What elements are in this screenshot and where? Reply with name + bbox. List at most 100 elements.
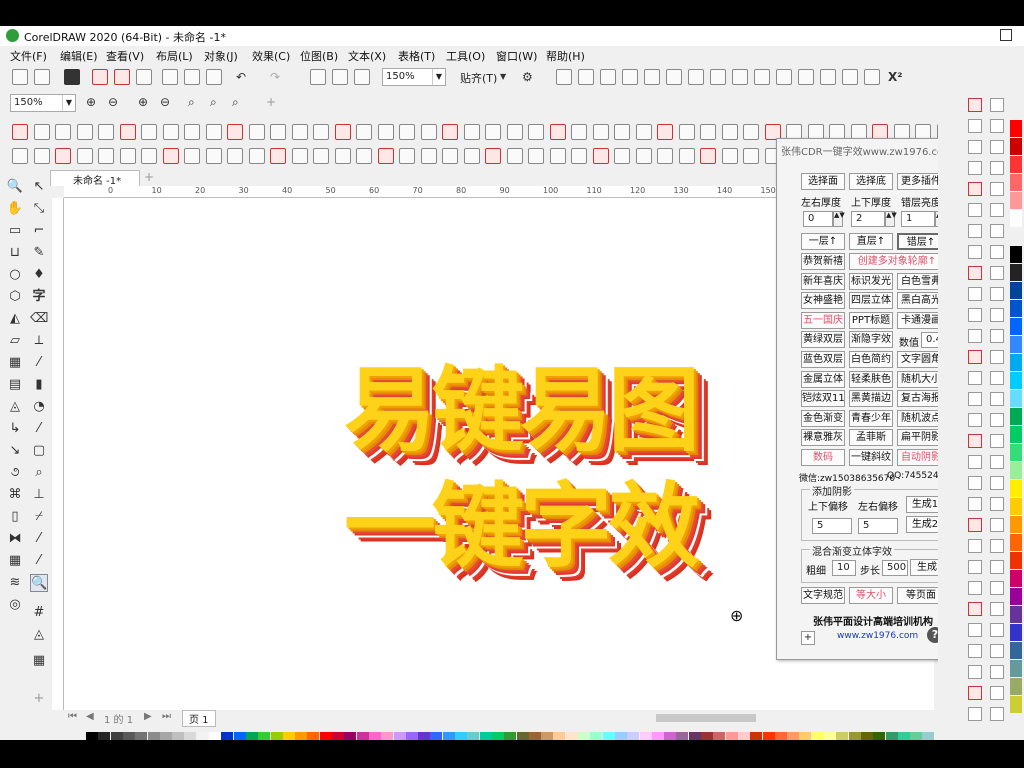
menu-table[interactable]: 表格(T) <box>398 48 435 64</box>
palette-swatch[interactable] <box>627 732 640 740</box>
restore-icon[interactable] <box>1000 29 1012 41</box>
palette-swatch[interactable] <box>405 732 418 740</box>
menu-help[interactable]: 帮助(H) <box>546 48 585 64</box>
roughen-tool-icon[interactable]: ≋ <box>6 574 24 592</box>
palette-swatch[interactable] <box>516 732 529 740</box>
palette-swatch[interactable] <box>122 732 135 740</box>
docker-tab-icon[interactable] <box>990 245 1004 259</box>
plugin-tool-icon[interactable] <box>313 148 329 164</box>
callout-tool-icon[interactable]: ▢ <box>30 442 48 460</box>
docker-tab-icon[interactable] <box>990 434 1004 448</box>
next-page-button[interactable]: ▶ <box>144 711 152 722</box>
palette-swatch[interactable] <box>282 732 295 740</box>
palette-swatch[interactable] <box>135 732 148 740</box>
palette-swatch[interactable] <box>418 732 431 740</box>
palette-swatch[interactable] <box>799 732 812 740</box>
palette-swatch[interactable] <box>172 732 185 740</box>
trim-icon[interactable] <box>622 69 638 85</box>
print-icon[interactable] <box>136 69 152 85</box>
undo-icon[interactable]: ↶ <box>236 69 246 85</box>
docker-tab-icon[interactable] <box>990 392 1004 406</box>
palette-swatch[interactable] <box>479 732 492 740</box>
menu-layout[interactable]: 布局(L) <box>156 48 193 64</box>
plugin-tool-icon[interactable] <box>33 124 50 140</box>
palette-swatch[interactable] <box>873 732 886 740</box>
add-tool-icon[interactable]: + <box>30 690 48 708</box>
palette-swatch[interactable] <box>1010 354 1022 371</box>
palette-swatch[interactable] <box>270 732 283 740</box>
ud-offset-input[interactable]: 5 <box>812 518 852 534</box>
docker-tab-icon[interactable] <box>968 455 982 469</box>
plugin-tool-icon[interactable] <box>55 148 71 164</box>
preset-button[interactable]: 裸意雅灰 <box>801 429 845 447</box>
palette-swatch[interactable] <box>836 732 849 740</box>
envelope-tool-icon[interactable]: ▱ <box>6 332 24 350</box>
zoom-page-icon[interactable]: ⌕ <box>188 94 195 110</box>
preset-button[interactable]: 黑黄描边 <box>849 390 893 408</box>
grid-tool-icon[interactable]: ▤ <box>6 376 24 394</box>
docker-tab-icon[interactable] <box>968 602 982 616</box>
ud-depth-input[interactable]: 2 <box>851 211 885 227</box>
palette-swatch[interactable] <box>1010 660 1022 677</box>
palette-swatch[interactable] <box>910 732 923 740</box>
palette-swatch[interactable] <box>491 732 504 740</box>
docker-tab-icon[interactable] <box>968 224 982 238</box>
text-effect-artwork[interactable]: 易键易图 一键字效 <box>344 336 764 596</box>
zoom-all-icon[interactable]: ⊖ <box>160 94 170 110</box>
docker-tab-icon[interactable] <box>968 119 982 133</box>
plugin-tool-icon[interactable] <box>721 124 738 140</box>
preset-button[interactable]: PPT标题 <box>849 311 893 329</box>
warp-tool-icon[interactable]: ⧓ <box>6 530 24 548</box>
shape-tool-icon[interactable]: ⤡ <box>30 200 48 218</box>
docker-tab-icon[interactable] <box>968 686 982 700</box>
docker-tab-icon[interactable] <box>968 329 982 343</box>
palette-swatch[interactable] <box>159 732 172 740</box>
docker-tab-icon[interactable] <box>968 392 982 406</box>
palette-swatch[interactable] <box>258 732 271 740</box>
palette-swatch[interactable] <box>319 732 332 740</box>
scrollbar-thumb[interactable] <box>656 714 756 722</box>
palette-swatch[interactable] <box>860 732 873 740</box>
zoom-in-icon[interactable]: ⊕ <box>86 94 96 110</box>
docker-tab-icon[interactable] <box>968 560 982 574</box>
docker-tab-icon[interactable] <box>990 560 1004 574</box>
docker-tab-icon[interactable] <box>990 518 1004 532</box>
ellipse-tool-icon[interactable]: ○ <box>6 266 24 284</box>
bezier-tool-icon[interactable]: ↳ <box>6 420 24 438</box>
docker-tab-icon[interactable] <box>968 413 982 427</box>
docker-tab-icon[interactable] <box>990 308 1004 322</box>
preset-button[interactable]: 铠炫双11 <box>801 390 845 408</box>
palette-swatch[interactable] <box>713 732 726 740</box>
plugin-tool-icon[interactable] <box>248 124 265 140</box>
palette-swatch[interactable] <box>1010 228 1022 245</box>
palette-swatch[interactable] <box>1010 516 1022 533</box>
docker-tab-icon[interactable] <box>990 140 1004 154</box>
palette-swatch[interactable] <box>1010 318 1022 335</box>
preset-button[interactable]: 四层立体 <box>849 292 893 310</box>
palette-swatch[interactable] <box>1010 678 1022 695</box>
zoom-active-tool-icon[interactable]: 🔍 <box>30 574 48 592</box>
polygon-tool-icon[interactable]: ⬡ <box>6 288 24 306</box>
save-icon[interactable] <box>64 69 80 85</box>
plugin-tool-icon[interactable] <box>76 148 93 164</box>
plugin-tool-icon[interactable] <box>184 148 200 164</box>
palette-swatch[interactable] <box>1010 210 1022 227</box>
front-minus-back-icon[interactable] <box>688 69 704 85</box>
plugin-tool-icon[interactable] <box>700 148 716 164</box>
preset-button[interactable]: 渐隐字效 <box>849 331 893 349</box>
lens-icon[interactable] <box>864 69 880 85</box>
preset-button[interactable]: 轻柔肤色 <box>849 370 893 388</box>
plugin-tool-icon[interactable] <box>119 124 136 140</box>
palette-swatch[interactable] <box>295 732 308 740</box>
palette-swatch[interactable] <box>98 732 111 740</box>
palette-swatch[interactable] <box>86 732 98 740</box>
plugin-tool-icon[interactable] <box>463 148 480 164</box>
palette-swatch[interactable] <box>774 732 787 740</box>
import-arrow-icon[interactable] <box>310 69 326 85</box>
add-icon[interactable]: + <box>266 94 276 110</box>
palette-swatch[interactable] <box>824 732 836 740</box>
palette-swatch[interactable] <box>356 732 369 740</box>
mesh-tool-icon[interactable]: ▦ <box>6 552 24 570</box>
expand-button[interactable]: + <box>801 631 815 645</box>
docker-tab-icon[interactable] <box>968 266 982 280</box>
